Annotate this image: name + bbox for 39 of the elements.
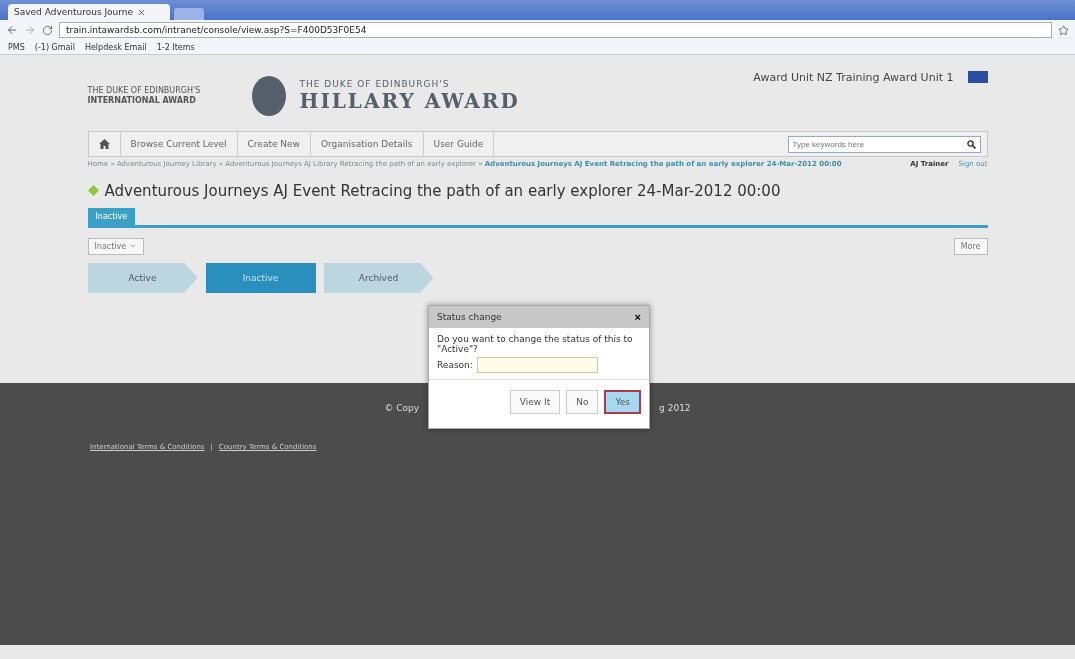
star-icon[interactable] [1058, 24, 1069, 36]
status-step[interactable]: Inactive [205, 262, 316, 293]
copyright-text: © Copy [384, 403, 420, 413]
tab[interactable]: Inactive [87, 207, 136, 225]
reason-field[interactable] [476, 357, 598, 373]
close-button[interactable]: × [634, 311, 641, 323]
reload-icon[interactable] [42, 24, 53, 36]
dialog-button[interactable]: View It [509, 390, 561, 414]
page-title: Adventurous Journeys AJ Event Retracing the path of an early explorer 24-Mar-2012 00:00 [104, 181, 781, 200]
diamond-icon [87, 185, 99, 197]
nav-link[interactable]: Create New [237, 132, 311, 156]
search-field[interactable]: Type keywords here [787, 135, 981, 153]
reason-label: Reason: [437, 360, 473, 370]
dialog-message: Do you want to change the status of this to "Active"? [437, 334, 634, 354]
bookmark-link[interactable]: 1-2 Items [156, 42, 195, 52]
browser-tab[interactable]: Saved Adventurous Journe [8, 4, 170, 20]
award-unit-label: Award Unit NZ Training Award Unit 1 [753, 70, 954, 84]
nav-link[interactable]: Organisation Details [310, 132, 424, 156]
dialog-button[interactable]: No [566, 390, 599, 414]
bookmark-link[interactable]: (-1) Gmail [34, 42, 75, 52]
close-icon[interactable] [137, 7, 147, 17]
dialog-button[interactable]: Yes [604, 390, 641, 414]
back-icon[interactable] [6, 24, 18, 36]
status-step[interactable]: Archived [323, 262, 434, 293]
international-award-logo: THE DUKE OF EDINBURGH'S INTERNATIONAL AWARD [87, 85, 202, 107]
address-bar[interactable]: train.intawardsb.com/intranet/console/view.asp?S=F400D53F0E54 [59, 22, 1052, 38]
search-icon[interactable] [966, 139, 976, 149]
home-icon [98, 139, 110, 149]
status-dropdown[interactable]: Inactive [87, 237, 145, 255]
brand-title: HILLARY AWARD [299, 89, 520, 113]
bookmark-link[interactable]: PMS [8, 42, 25, 52]
dialog-title: Status change [437, 312, 502, 322]
brand-subtitle: THE DUKE OF EDINBURGH'S [299, 79, 451, 89]
nav-link[interactable]: User Guide [423, 132, 495, 156]
nav-link[interactable]: Browse Current Level [120, 132, 238, 156]
copyright-text: g 2012 [659, 403, 691, 413]
bookmark-link[interactable]: Helpdesk Email [84, 42, 147, 52]
more-button[interactable]: More [953, 237, 988, 255]
status-step[interactable]: Active [87, 262, 198, 293]
